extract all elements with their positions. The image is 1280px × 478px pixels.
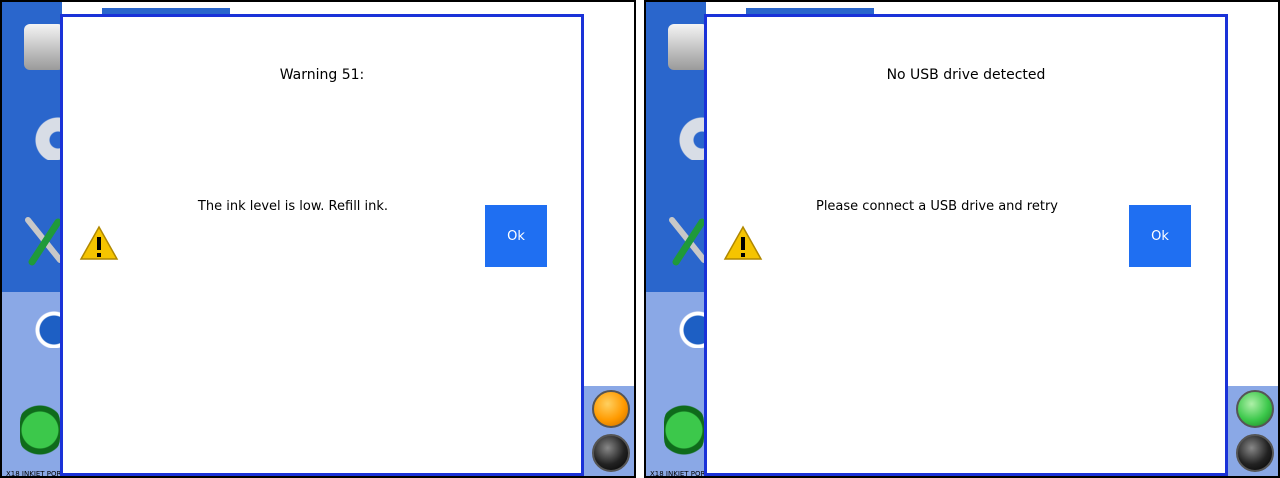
dark-status-lamp [1236, 434, 1274, 472]
power-icon[interactable] [20, 402, 60, 458]
ok-button[interactable]: Ok [485, 205, 547, 267]
ok-button[interactable]: Ok [1129, 205, 1191, 267]
power-icon[interactable] [664, 402, 704, 458]
screen-left: X18 INKJET POROUS 51 Warning 51: The ink… [0, 0, 636, 478]
warning-icon [723, 225, 763, 261]
warning-dialog: Warning 51: The ink level is low. Refill… [60, 14, 584, 476]
tools-icon[interactable] [668, 212, 708, 266]
dialog-message: The ink level is low. Refill ink. [197, 199, 389, 214]
printer-icon[interactable] [24, 24, 64, 70]
screen-right: X18 INKJET POROUS 51 No USB drive detect… [644, 0, 1280, 478]
gear-icon[interactable] [24, 114, 64, 160]
dark-status-lamp [592, 434, 630, 472]
dialog-message: Please connect a USB drive and retry [815, 199, 1058, 214]
printer-icon[interactable] [668, 24, 708, 70]
screen-gap [636, 0, 644, 478]
tools-icon[interactable] [24, 212, 64, 266]
green-status-lamp [1236, 390, 1274, 428]
usb-dialog: No USB drive detected Please connect a U… [704, 14, 1228, 476]
warning-icon [79, 225, 119, 261]
orange-status-lamp [592, 390, 630, 428]
gear-icon[interactable] [668, 114, 708, 160]
dialog-title: No USB drive detected [886, 67, 1046, 83]
dialog-title: Warning 51: [279, 67, 365, 83]
